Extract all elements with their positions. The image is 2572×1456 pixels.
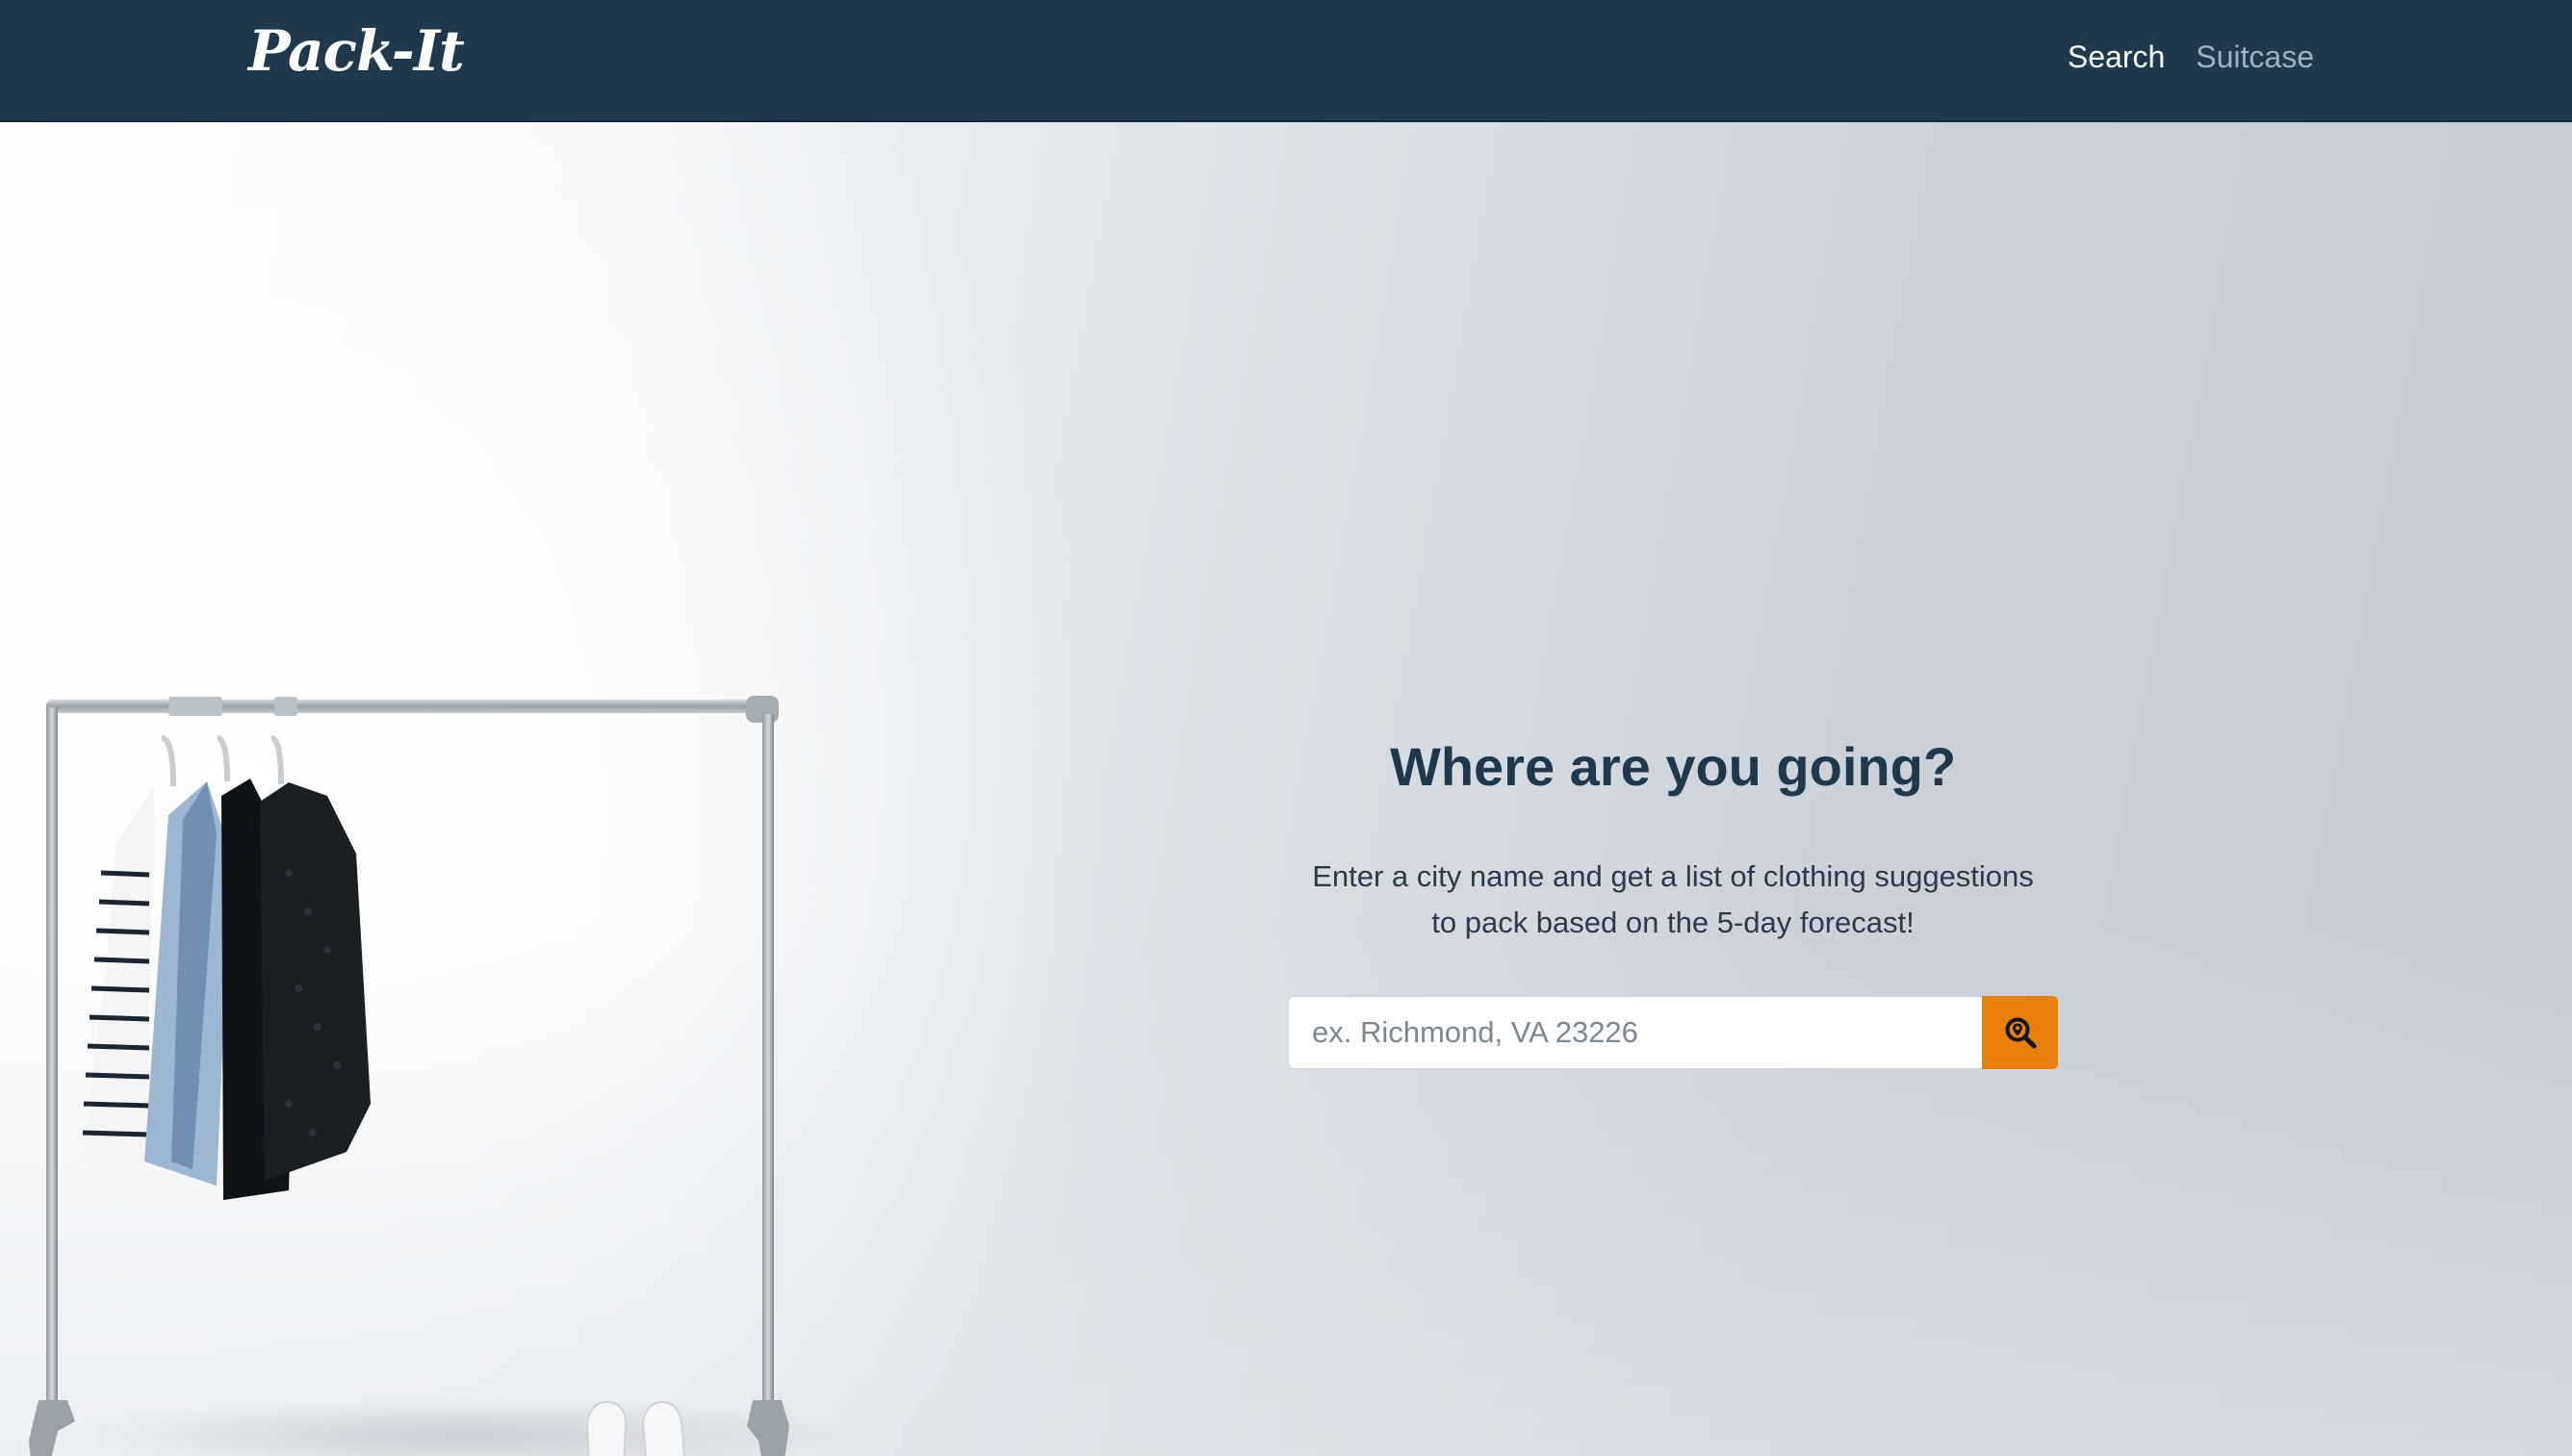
- nav-link-search[interactable]: Search: [2068, 35, 2165, 79]
- subtext-line-2: to pack based on the 5-day forecast!: [1431, 906, 1915, 939]
- nav-link-suitcase[interactable]: Suitcase: [2196, 35, 2314, 79]
- hero-section: Where are you going? Enter a city name a…: [0, 122, 2572, 1456]
- brand-logo[interactable]: Pack-It: [248, 17, 465, 85]
- page-headline: Where are you going?: [1389, 736, 1957, 797]
- page-subtext: Enter a city name and get a list of clot…: [1288, 854, 2058, 946]
- search-location-icon: [2005, 1017, 2036, 1049]
- search-button[interactable]: [1982, 996, 2058, 1069]
- page: Pack-It Search Suitcase Where are you go…: [0, 0, 2572, 1456]
- clothing-rack-image: [29, 696, 847, 1456]
- search-block: Where are you going? Enter a city name a…: [1288, 728, 2058, 1069]
- navbar: Pack-It Search Suitcase: [0, 0, 2572, 122]
- subtext-line-1: Enter a city name and get a list of clot…: [1312, 859, 2034, 893]
- search-bar: [1288, 996, 2058, 1069]
- nav-links: Search Suitcase: [2068, 35, 2314, 79]
- city-search-input[interactable]: [1288, 996, 1982, 1069]
